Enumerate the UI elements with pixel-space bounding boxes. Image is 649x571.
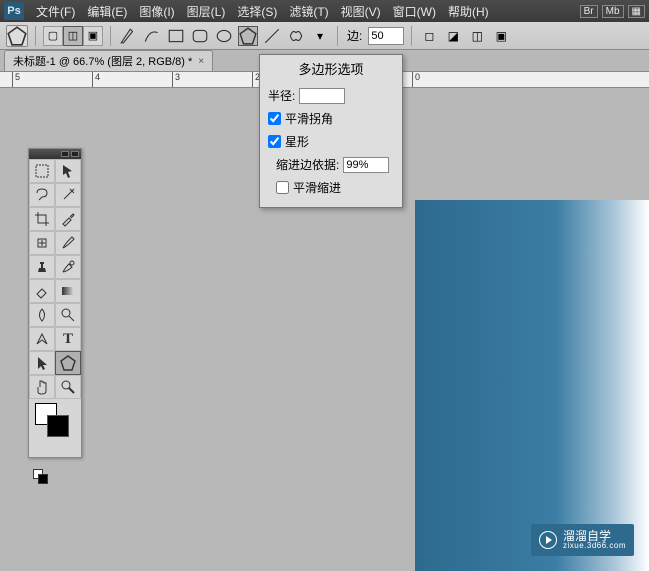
- bridge-badge[interactable]: Br: [580, 5, 598, 18]
- radius-input[interactable]: [299, 88, 345, 104]
- combine-intersect-icon[interactable]: ◫: [467, 26, 487, 46]
- tab-close-icon[interactable]: ×: [198, 56, 204, 67]
- rectangle-shape-icon[interactable]: [166, 26, 186, 46]
- eyedropper-tool[interactable]: [55, 207, 81, 231]
- app-logo: Ps: [4, 2, 24, 20]
- collapse-icon[interactable]: [61, 151, 69, 157]
- combine-add-icon[interactable]: ◻: [419, 26, 439, 46]
- tools-panel-header[interactable]: [29, 149, 81, 159]
- indent-input[interactable]: [343, 157, 389, 173]
- mb-badge[interactable]: Mb: [602, 5, 624, 18]
- brush-tool[interactable]: [55, 231, 81, 255]
- healing-brush-tool[interactable]: [29, 231, 55, 255]
- lasso-tool[interactable]: [29, 183, 55, 207]
- menu-layer[interactable]: 图层(L): [181, 0, 232, 22]
- document-tab[interactable]: 未标题-1 @ 66.7% (图层 2, RGB/8) * ×: [4, 50, 213, 71]
- tool-indicator-polygon[interactable]: [6, 25, 28, 47]
- close-icon[interactable]: [71, 151, 79, 157]
- document-title: 未标题-1 @ 66.7% (图层 2, RGB/8) *: [13, 53, 192, 69]
- polygon-shape-tool[interactable]: [55, 351, 81, 375]
- history-brush-tool[interactable]: [55, 255, 81, 279]
- menu-file[interactable]: 文件(F): [30, 0, 81, 22]
- combine-subtract-icon[interactable]: ◪: [443, 26, 463, 46]
- type-tool[interactable]: T: [55, 327, 81, 351]
- pen-tool[interactable]: [29, 327, 55, 351]
- screen-mode-icon[interactable]: ▦: [628, 5, 645, 18]
- crop-tool[interactable]: [29, 207, 55, 231]
- polygon-shape-icon[interactable]: [238, 26, 258, 46]
- smooth-indent-label: 平滑缩进: [293, 179, 341, 196]
- freeform-pen-icon[interactable]: [142, 26, 162, 46]
- watermark: 溜溜自学 zixue.3d66.com: [531, 524, 634, 556]
- gradient-tool[interactable]: [55, 279, 81, 303]
- menu-view[interactable]: 视图(V): [335, 0, 387, 22]
- combine-exclude-icon[interactable]: ▣: [491, 26, 511, 46]
- rounded-rect-shape-icon[interactable]: [190, 26, 210, 46]
- shape-mode-group: ▢ ◫ ▣: [43, 26, 103, 46]
- popup-title: 多边形选项: [260, 55, 402, 84]
- fill-pixels-mode[interactable]: ▣: [83, 26, 103, 46]
- radius-label: 半径:: [268, 87, 295, 104]
- line-shape-icon[interactable]: [262, 26, 282, 46]
- background-color[interactable]: [47, 415, 69, 437]
- menu-edit[interactable]: 编辑(E): [81, 0, 133, 22]
- ruler-mark: 4: [92, 72, 100, 87]
- ruler-mark: 5: [12, 72, 20, 87]
- menu-image[interactable]: 图像(I): [133, 0, 180, 22]
- star-label: 星形: [285, 133, 309, 150]
- menu-select[interactable]: 选择(S): [231, 0, 283, 22]
- watermark-url: zixue.3d66.com: [563, 542, 626, 550]
- dodge-tool[interactable]: [55, 303, 81, 327]
- paths-mode[interactable]: ◫: [63, 26, 83, 46]
- smooth-indent-checkbox[interactable]: [276, 181, 289, 194]
- sides-label: 边:: [345, 27, 364, 44]
- ellipse-shape-icon[interactable]: [214, 26, 234, 46]
- eraser-tool[interactable]: [29, 279, 55, 303]
- marquee-tool[interactable]: [29, 159, 55, 183]
- blur-tool[interactable]: [29, 303, 55, 327]
- menu-bar: Ps 文件(F) 编辑(E) 图像(I) 图层(L) 选择(S) 滤镜(T) 视…: [0, 0, 649, 22]
- pen-icon[interactable]: [118, 26, 138, 46]
- sides-input[interactable]: [368, 27, 404, 45]
- separator: [110, 26, 111, 46]
- color-swatches[interactable]: [29, 399, 81, 439]
- shape-layers-mode[interactable]: ▢: [43, 26, 63, 46]
- clone-stamp-tool[interactable]: [29, 255, 55, 279]
- menu-window[interactable]: 窗口(W): [387, 0, 442, 22]
- magic-wand-tool[interactable]: [55, 183, 81, 207]
- options-bar: ▢ ◫ ▣ ▾ 边: ◻ ◪ ◫ ▣: [0, 22, 649, 50]
- ruler-mark: 0: [412, 72, 420, 87]
- menu-filter[interactable]: 滤镜(T): [283, 0, 334, 22]
- tools-panel: T: [28, 148, 82, 458]
- custom-shape-icon[interactable]: [286, 26, 306, 46]
- star-checkbox[interactable]: [268, 135, 281, 148]
- move-tool[interactable]: [55, 159, 81, 183]
- smooth-corners-label: 平滑拐角: [285, 110, 333, 127]
- path-selection-tool[interactable]: [29, 351, 55, 375]
- polygon-options-popup: 多边形选项 半径: 平滑拐角 星形 缩进边依据: 平滑缩进: [259, 54, 403, 208]
- indent-label: 缩进边依据:: [276, 156, 339, 173]
- default-colors-icon-bg: [38, 474, 48, 484]
- separator: [35, 26, 36, 46]
- hand-tool[interactable]: [29, 375, 55, 399]
- canvas-gradient-image[interactable]: 溜溜自学 zixue.3d66.com: [415, 200, 649, 571]
- ruler-mark: 3: [172, 72, 180, 87]
- separator: [337, 26, 338, 46]
- play-icon: [539, 531, 557, 549]
- shape-options-dropdown[interactable]: ▾: [310, 26, 330, 46]
- smooth-corners-checkbox[interactable]: [268, 112, 281, 125]
- menu-help[interactable]: 帮助(H): [442, 0, 495, 22]
- zoom-tool[interactable]: [55, 375, 81, 399]
- separator: [411, 26, 412, 46]
